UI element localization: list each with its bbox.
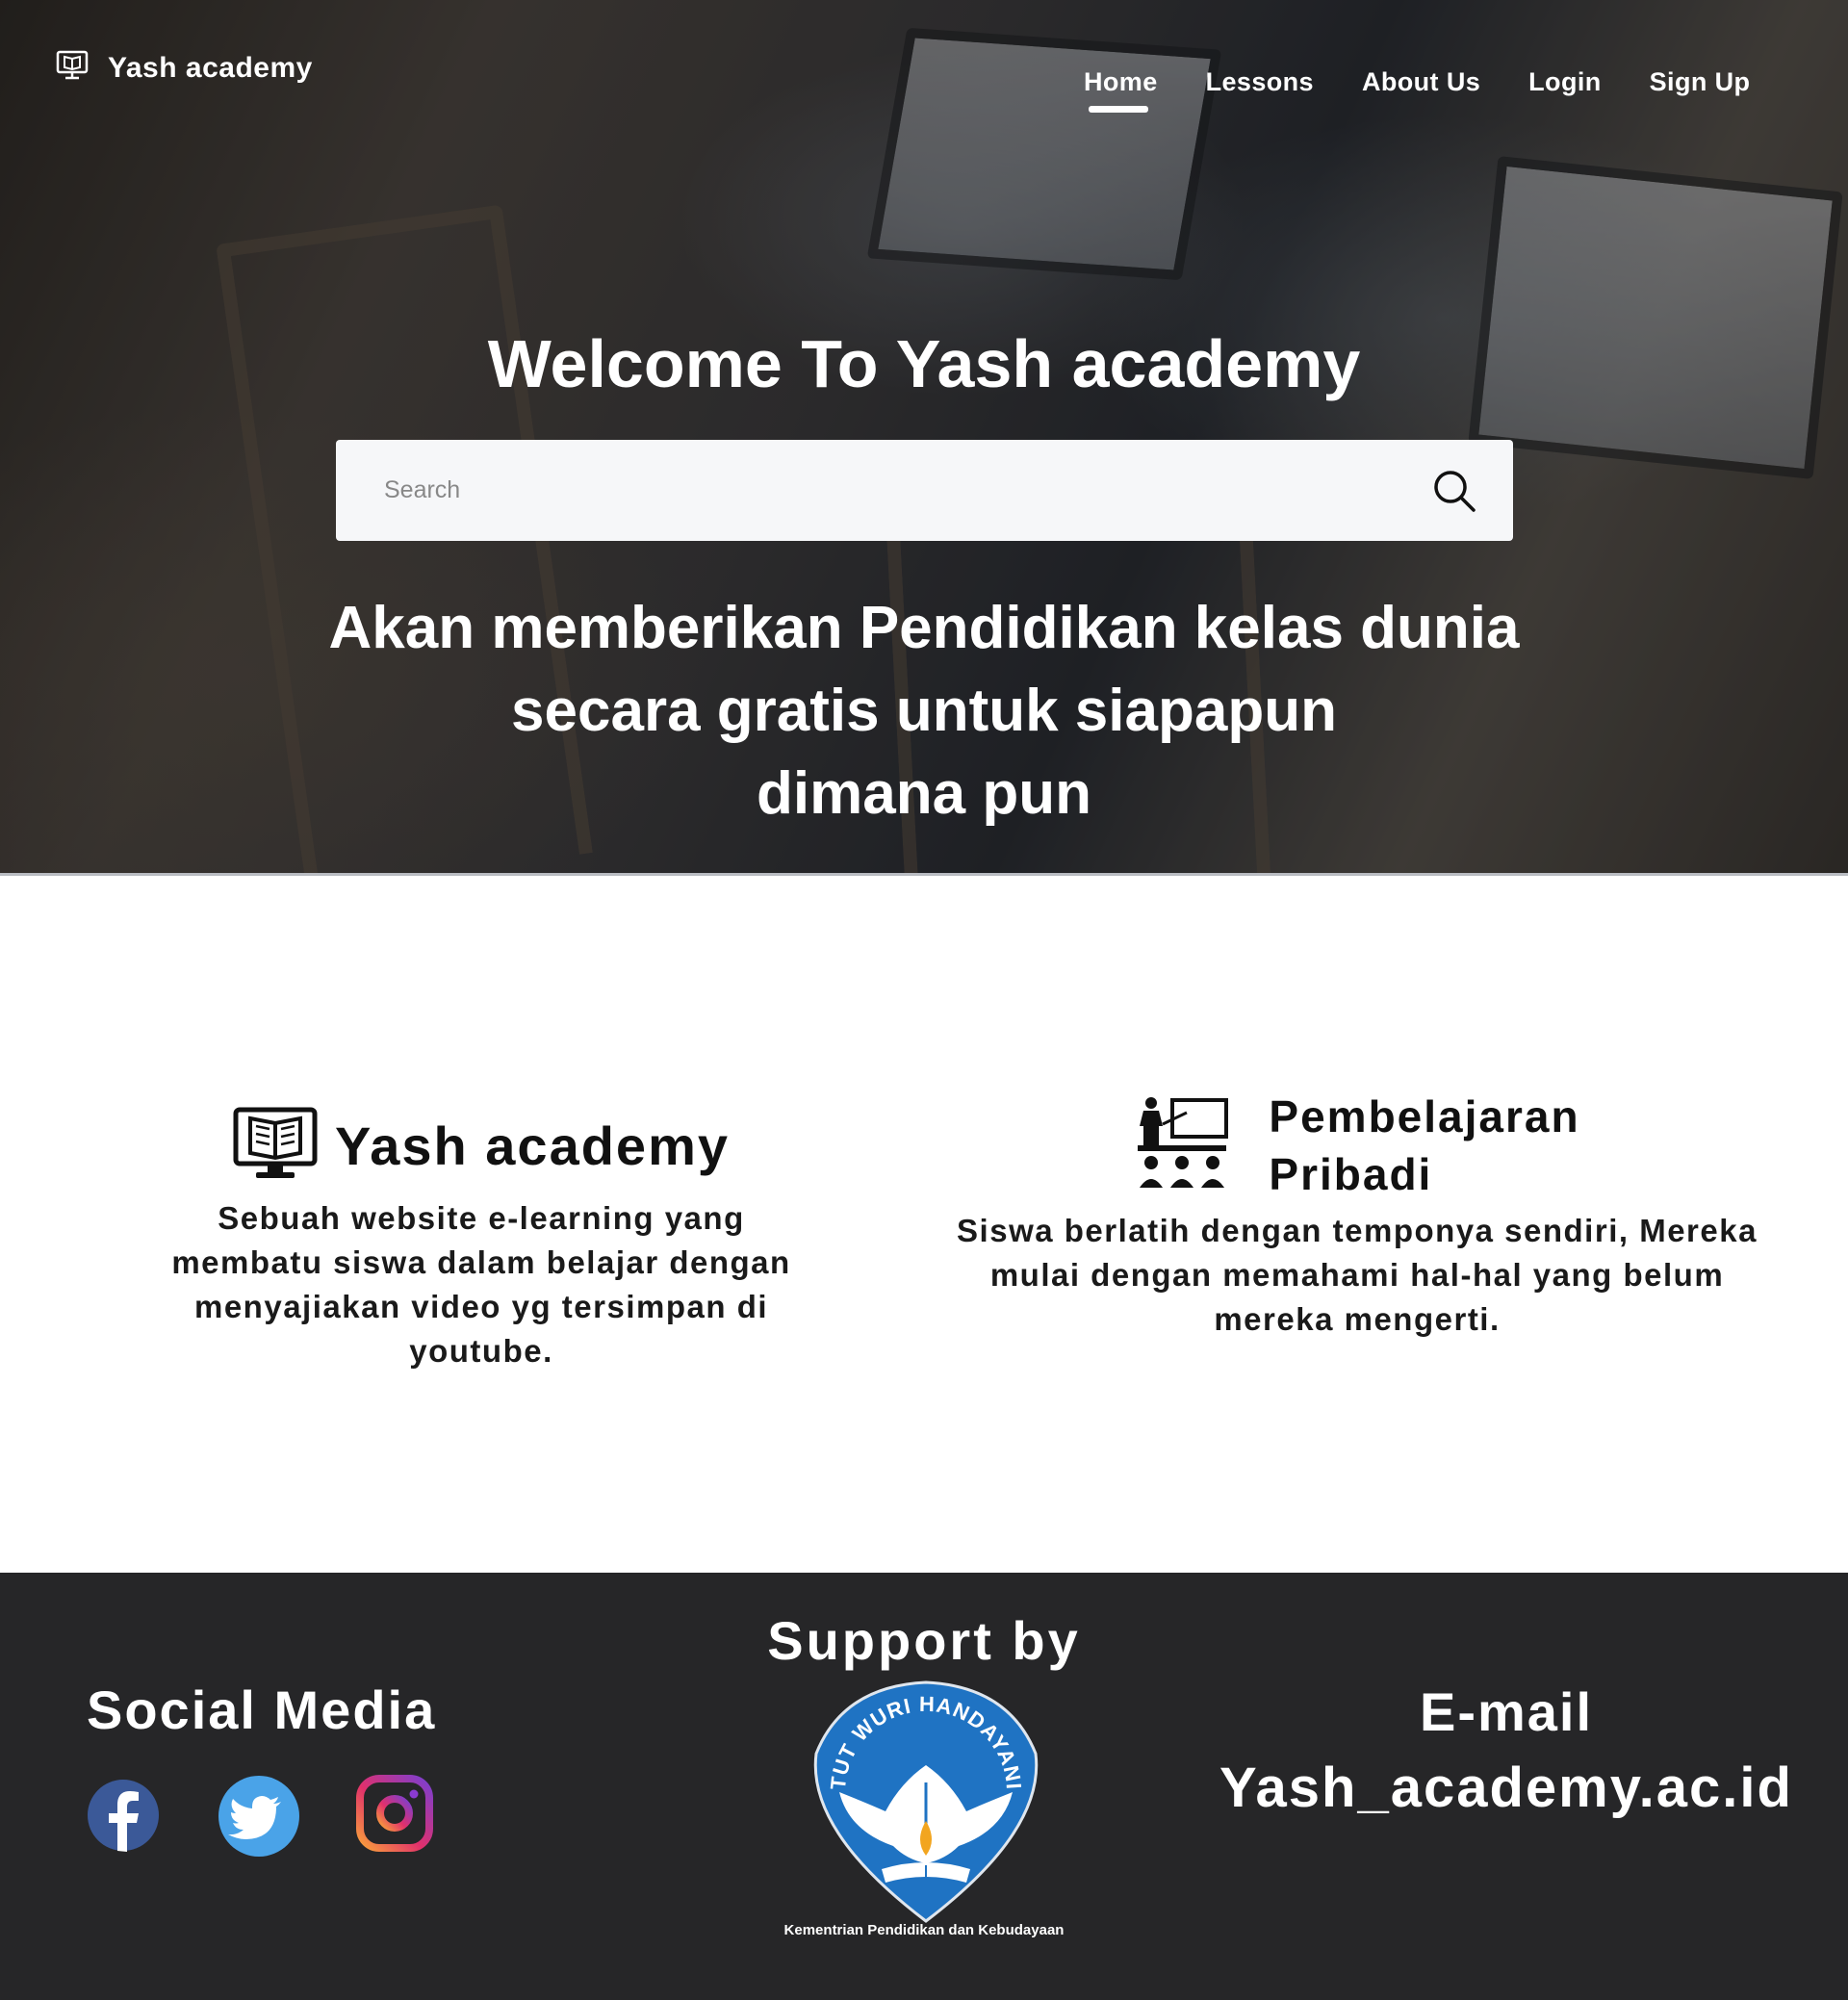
social-media-title: Social Media (87, 1679, 437, 1740)
feature-yash-academy: Yash academy Sebuah website e-learning y… (164, 1107, 799, 1373)
nav-lessons[interactable]: Lessons (1206, 67, 1314, 97)
email-address[interactable]: Yash_academy.ac.id (1213, 1756, 1800, 1820)
support-title: Support by (767, 1610, 1081, 1671)
hero-tagline: Akan memberikan Pendidikan kelas dunia s… (0, 587, 1848, 835)
search-icon[interactable] (1432, 469, 1476, 513)
site-footer: Social Media Support by TUT WURI HANDAYA… (0, 1573, 1848, 2000)
feature-title: Yash academy (334, 1115, 731, 1176)
email-title: E-mail (1419, 1681, 1594, 1742)
instagram-icon[interactable] (356, 1775, 433, 1854)
feature-pembelajaran-pribadi: Pembelajaran Pribadi Siswa berlatih deng… (943, 1088, 1771, 1342)
feature-title-line: Pembelajaran (1269, 1091, 1580, 1141)
feature-title-line: Pribadi (1269, 1149, 1433, 1199)
tagline-line: Akan memberikan Pendidikan kelas dunia (328, 595, 1520, 661)
feature-description: Sebuah website e-learning yang membatu s… (171, 1200, 791, 1369)
social-links (87, 1775, 433, 1857)
hero-title: Welcome To Yash academy (487, 326, 1361, 401)
classroom-teacher-icon (1134, 1095, 1230, 1196)
tagline-line: secara gratis untuk siapapun (511, 678, 1337, 744)
nav-login[interactable]: Login (1528, 67, 1601, 97)
tagline-line: dimana pun (757, 760, 1091, 827)
search-input[interactable] (336, 440, 1375, 541)
main-nav: Home Lessons About Us Login Sign Up (1084, 67, 1798, 113)
monitor-book-icon (233, 1107, 318, 1185)
facebook-icon[interactable] (87, 1775, 162, 1854)
support-caption: Kementrian Pendidikan dan Kebudayaan (783, 1922, 1065, 1938)
tut-wuri-handayani-logo: TUT WURI HANDAYANI (807, 1677, 1045, 1927)
brand-name: Yash academy (108, 51, 313, 84)
monitor-book-icon (56, 50, 89, 86)
brand-logo[interactable]: Yash academy (56, 50, 313, 86)
feature-description: Siswa berlatih dengan temponya sendiri, … (957, 1213, 1758, 1337)
feature-title: Pembelajaran Pribadi (1269, 1088, 1579, 1203)
twitter-icon[interactable] (218, 1775, 300, 1857)
hero-banner: Yash academy Home Lessons About Us Login… (0, 0, 1848, 874)
search-bar (336, 440, 1513, 541)
nav-home[interactable]: Home (1084, 67, 1158, 113)
nav-sign-up[interactable]: Sign Up (1650, 67, 1751, 97)
nav-about-us[interactable]: About Us (1362, 67, 1480, 97)
hero-divider (0, 873, 1848, 876)
